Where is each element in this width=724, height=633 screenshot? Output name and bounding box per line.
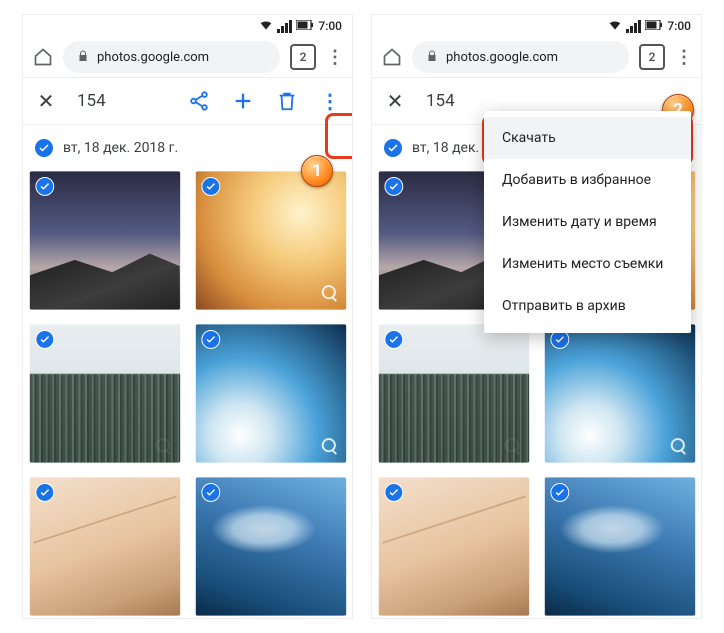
- menu-item-edit-location[interactable]: Изменить место съемки: [484, 243, 691, 285]
- menu-item-favorite[interactable]: Добавить в избранное: [484, 159, 691, 201]
- photo-thumb[interactable]: [195, 171, 345, 309]
- signal-icon: [626, 20, 641, 33]
- photo-thumb[interactable]: [544, 324, 694, 462]
- signal-icon: [277, 20, 292, 33]
- close-selection-button[interactable]: ✕: [386, 89, 404, 113]
- close-selection-button[interactable]: ✕: [37, 89, 55, 113]
- photo-thumb[interactable]: [195, 324, 345, 462]
- more-options-button[interactable]: ⋮: [320, 89, 338, 113]
- status-time: 7:00: [318, 19, 342, 33]
- browser-toolbar: photos.google.com 2 ⋮: [372, 37, 701, 77]
- photo-thumb[interactable]: [30, 477, 180, 615]
- url-text: photos.google.com: [97, 50, 209, 65]
- browser-menu-icon[interactable]: ⋮: [326, 47, 342, 68]
- lock-icon: [426, 50, 438, 65]
- photo-thumb[interactable]: [30, 171, 180, 309]
- trash-icon[interactable]: [276, 90, 298, 112]
- more-options-menu: Скачать Добавить в избранное Изменить да…: [484, 111, 691, 333]
- check-icon: [35, 330, 54, 349]
- selection-actions: ⋮: [188, 89, 338, 113]
- check-icon: [201, 177, 220, 196]
- status-bar: 7:00: [23, 15, 352, 37]
- check-icon: [384, 483, 403, 502]
- date-label: вт, 18 дек. 2018 г.: [63, 140, 178, 156]
- status-time: 7:00: [667, 19, 691, 33]
- tab-count-button[interactable]: 2: [639, 44, 665, 70]
- magnify-icon: [155, 438, 172, 455]
- photo-grid: [23, 167, 352, 619]
- url-bar[interactable]: photos.google.com: [63, 41, 280, 73]
- check-icon: [384, 177, 403, 196]
- check-icon: [35, 483, 54, 502]
- selection-count: 154: [77, 91, 166, 111]
- wifi-icon: [259, 18, 273, 35]
- menu-item-edit-date[interactable]: Изменить дату и время: [484, 201, 691, 243]
- photo-thumb[interactable]: [379, 324, 529, 462]
- photo-thumb[interactable]: [30, 324, 180, 462]
- battery-icon: [645, 19, 663, 33]
- date-header[interactable]: вт, 18 дек. 2018 г.: [23, 125, 352, 167]
- lock-icon: [77, 50, 89, 65]
- home-icon[interactable]: [33, 47, 53, 67]
- menu-item-download[interactable]: Скачать: [484, 117, 691, 159]
- magnify-icon: [670, 438, 687, 455]
- photo-thumb[interactable]: [544, 477, 694, 615]
- phone-screenshot-right: 7:00 photos.google.com 2 ⋮ ✕ 154 вт, 18 …: [371, 14, 702, 619]
- selection-count: 154: [426, 91, 687, 111]
- magnify-icon: [321, 438, 338, 455]
- check-icon: [35, 177, 54, 196]
- home-icon[interactable]: [382, 47, 402, 67]
- check-icon: [384, 330, 403, 349]
- phone-screenshot-left: 7:00 photos.google.com 2 ⋮ ✕ 154 ⋮ вт, 1…: [22, 14, 353, 619]
- magnify-icon: [321, 285, 338, 302]
- check-icon: [201, 483, 220, 502]
- check-icon: [201, 330, 220, 349]
- add-icon[interactable]: [232, 90, 254, 112]
- magnify-icon: [504, 438, 521, 455]
- url-text: photos.google.com: [446, 50, 558, 65]
- share-icon[interactable]: [188, 90, 210, 112]
- browser-menu-icon[interactable]: ⋮: [675, 47, 691, 68]
- menu-item-archive[interactable]: Отправить в архив: [484, 285, 691, 327]
- url-bar[interactable]: photos.google.com: [412, 41, 629, 73]
- status-bar: 7:00: [372, 15, 701, 37]
- date-check-icon: [35, 139, 53, 157]
- browser-toolbar: photos.google.com 2 ⋮: [23, 37, 352, 77]
- check-icon: [550, 483, 569, 502]
- selection-toolbar: ✕ 154 ⋮: [23, 77, 352, 125]
- wifi-icon: [608, 18, 622, 35]
- photo-thumb[interactable]: [195, 477, 345, 615]
- magnify-icon: [155, 285, 172, 302]
- tab-count-button[interactable]: 2: [290, 44, 316, 70]
- date-check-icon: [384, 139, 402, 157]
- battery-icon: [296, 19, 314, 33]
- photo-thumb[interactable]: [379, 477, 529, 615]
